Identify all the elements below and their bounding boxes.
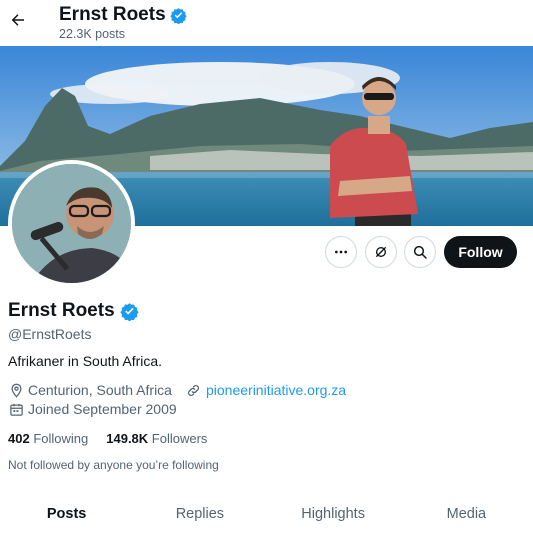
tab-highlights[interactable]: Highlights — [267, 494, 400, 533]
more-button[interactable] — [325, 236, 357, 268]
arrow-left-icon — [11, 14, 24, 26]
profile-name: Ernst Roets — [8, 300, 139, 322]
follow-stats: 402 Following 149.8K Followers — [8, 431, 207, 446]
verified-badge-icon — [169, 7, 187, 24]
profile-bio: Afrikaner in South Africa. — [8, 353, 163, 369]
followers-label: Followers — [151, 431, 208, 446]
profile-location: Centurion, South Africa — [28, 382, 172, 398]
profile-joined: Joined September 2009 — [28, 401, 177, 417]
post-count: 22.3K posts — [59, 27, 126, 41]
avatar[interactable] — [8, 160, 135, 287]
profile-handle: @ErnstRoets — [8, 326, 92, 342]
search-icon — [413, 245, 427, 259]
following-count: 402 — [8, 431, 30, 446]
follow-button[interactable]: Follow — [444, 236, 517, 268]
followers-link[interactable]: 149.8K Followers — [106, 431, 207, 446]
profile-tabs: Posts Replies Highlights Media — [0, 494, 533, 533]
verified-badge-icon[interactable] — [120, 302, 139, 321]
profile-meta-row: Centurion, South Africa pioneerinitiativ… — [8, 382, 346, 398]
back-button[interactable] — [6, 8, 30, 32]
profile-joined-row: Joined September 2009 — [8, 401, 177, 417]
profile-name-text: Ernst Roets — [8, 300, 115, 321]
tab-replies[interactable]: Replies — [133, 494, 266, 533]
search-button[interactable] — [404, 236, 436, 268]
header-name-text: Ernst Roets — [59, 4, 166, 25]
followed-by-note: Not followed by anyone you’re following — [8, 458, 219, 472]
location-pin-icon — [8, 382, 24, 398]
calendar-icon — [8, 401, 24, 417]
profile-website-link[interactable]: pioneerinitiative.org.za — [206, 382, 346, 398]
tab-posts[interactable]: Posts — [0, 494, 133, 533]
following-label: Following — [33, 431, 89, 446]
followers-count: 149.8K — [106, 431, 149, 446]
grok-button[interactable] — [365, 236, 397, 268]
more-horizontal-icon — [335, 250, 347, 254]
header-title: Ernst Roets — [59, 4, 187, 26]
link-icon — [186, 382, 202, 398]
following-link[interactable]: 402 Following — [8, 431, 88, 446]
grok-icon — [375, 246, 387, 258]
tab-media[interactable]: Media — [400, 494, 533, 533]
top-header: Ernst Roets 22.3K posts — [0, 0, 533, 46]
